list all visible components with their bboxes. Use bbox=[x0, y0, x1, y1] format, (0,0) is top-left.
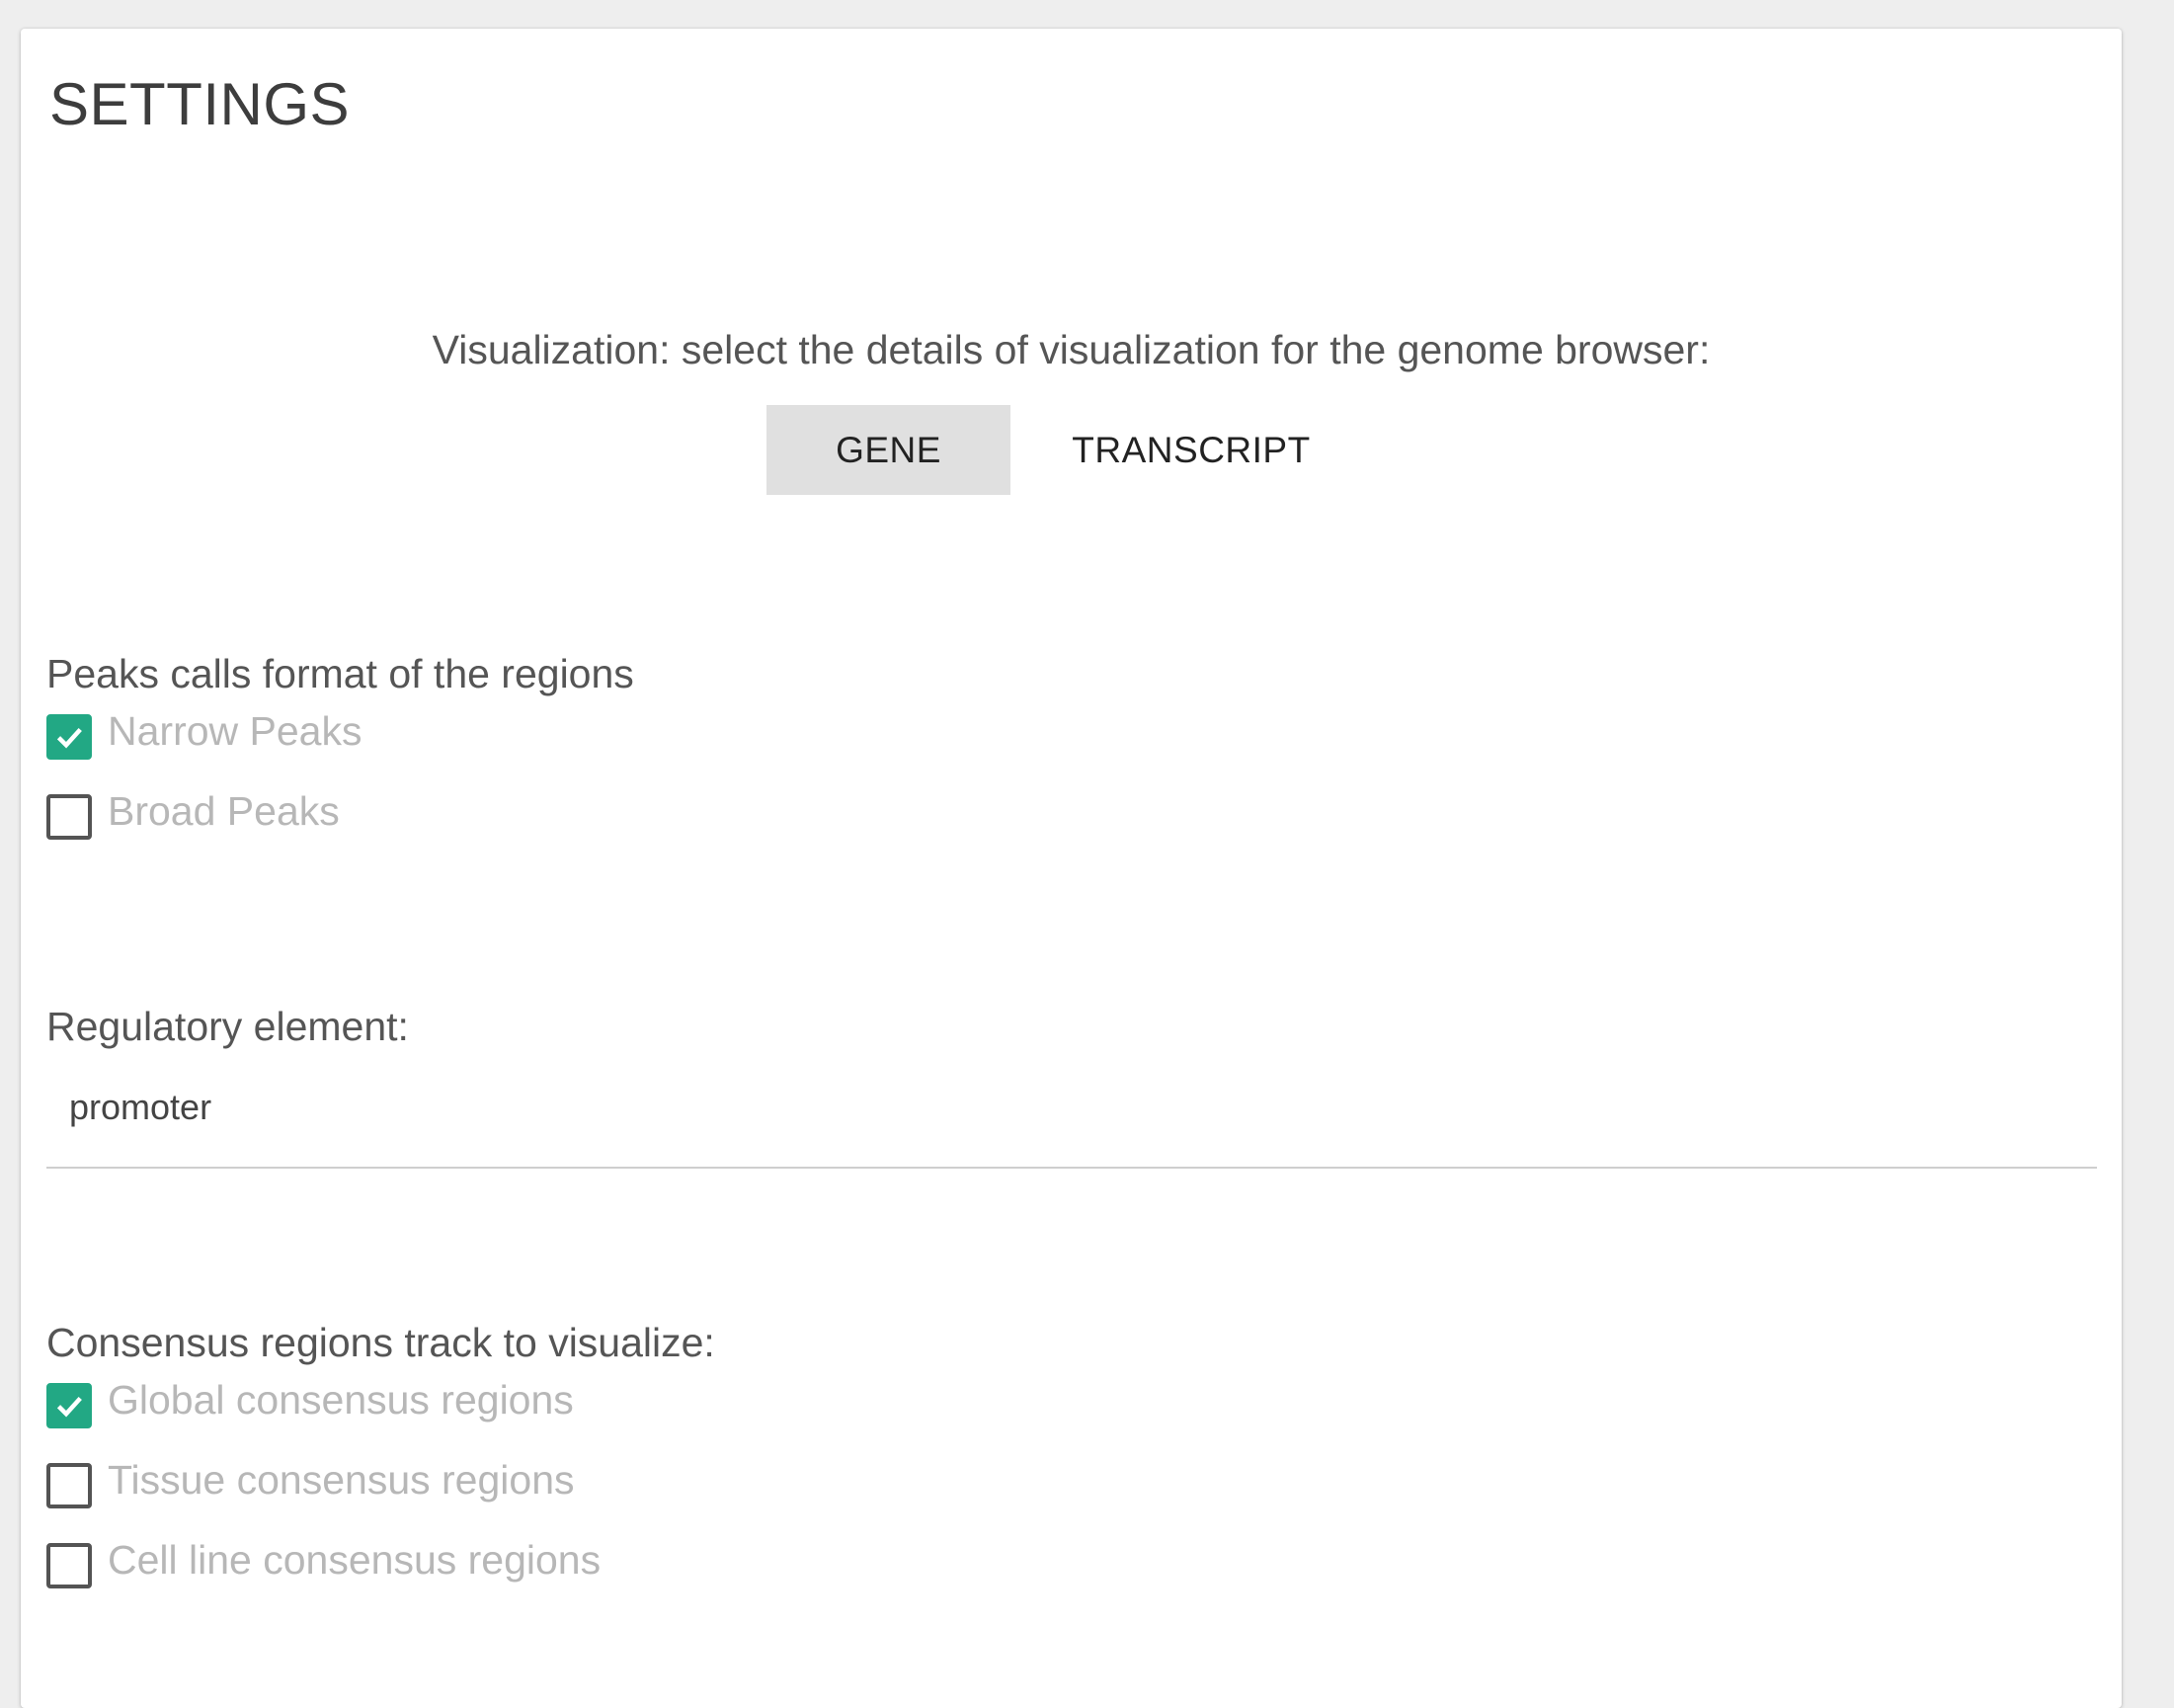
tissue-consensus-label: Tissue consensus regions bbox=[108, 1456, 575, 1503]
broad-peaks-label: Broad Peaks bbox=[108, 787, 340, 834]
cell-line-consensus-option[interactable]: Cell line consensus regions bbox=[46, 1536, 602, 1591]
page-title: SETTINGS bbox=[49, 71, 351, 137]
global-consensus-checkbox[interactable] bbox=[46, 1383, 92, 1428]
peaks-format-label: Peaks calls format of the regions bbox=[46, 651, 634, 696]
visualization-label: Visualization: select the details of vis… bbox=[432, 327, 1711, 372]
settings-card bbox=[21, 29, 2122, 1708]
gene-toggle-button[interactable]: GENE bbox=[766, 405, 1010, 495]
transcript-toggle-button[interactable]: TRANSCRIPT bbox=[1037, 405, 1345, 495]
broad-peaks-checkbox[interactable] bbox=[46, 794, 92, 840]
tissue-consensus-option[interactable]: Tissue consensus regions bbox=[46, 1456, 575, 1511]
regulatory-element-underline bbox=[46, 1167, 2097, 1169]
cell-line-consensus-label: Cell line consensus regions bbox=[108, 1536, 602, 1583]
tissue-consensus-checkbox[interactable] bbox=[46, 1463, 92, 1508]
check-icon bbox=[56, 1396, 82, 1418]
narrow-peaks-checkbox[interactable] bbox=[46, 714, 92, 760]
check-icon bbox=[56, 727, 82, 749]
consensus-regions-label: Consensus regions track to visualize: bbox=[46, 1320, 715, 1365]
cell-line-consensus-checkbox[interactable] bbox=[46, 1543, 92, 1588]
narrow-peaks-option[interactable]: Narrow Peaks bbox=[46, 707, 362, 763]
regulatory-element-select[interactable]: promoter bbox=[69, 1087, 211, 1128]
global-consensus-option[interactable]: Global consensus regions bbox=[46, 1376, 574, 1431]
global-consensus-label: Global consensus regions bbox=[108, 1376, 574, 1423]
narrow-peaks-label: Narrow Peaks bbox=[108, 707, 362, 754]
regulatory-element-label: Regulatory element: bbox=[46, 1004, 409, 1049]
broad-peaks-option[interactable]: Broad Peaks bbox=[46, 787, 340, 843]
